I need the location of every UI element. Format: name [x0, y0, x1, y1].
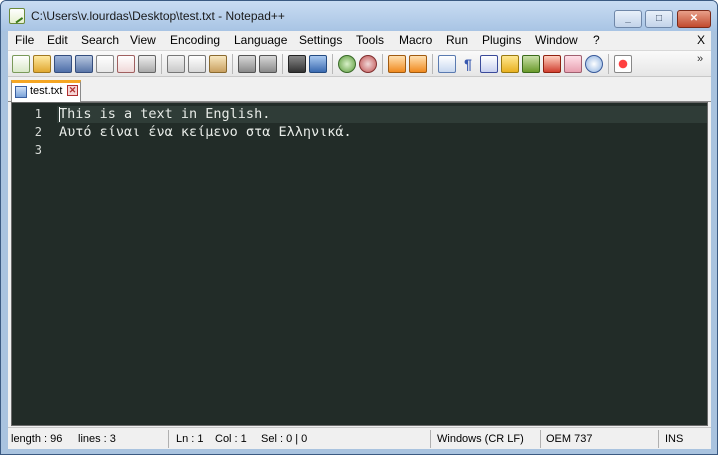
- status-bar: length : 96 lines : 3 Ln : 1 Col : 1 Sel…: [8, 427, 711, 449]
- status-separator: [540, 430, 541, 448]
- menu-encoding[interactable]: Encoding: [170, 33, 220, 47]
- menu-tools[interactable]: Tools: [356, 33, 384, 47]
- status-sel: Sel : 0 | 0: [261, 433, 308, 445]
- function-list-icon[interactable]: [543, 55, 561, 73]
- menu-macro[interactable]: Macro: [399, 33, 432, 47]
- text-caret: [59, 107, 60, 122]
- menu-bar: File Edit Search View Encoding Language …: [8, 31, 711, 49]
- text-content[interactable]: This is a text in English. Αυτό είναι έν…: [57, 103, 707, 425]
- status-ln: Ln : 1: [176, 433, 204, 445]
- menu-view[interactable]: View: [130, 33, 156, 47]
- record-macro-icon[interactable]: [614, 55, 632, 73]
- menu-settings[interactable]: Settings: [299, 33, 342, 47]
- monitoring-icon[interactable]: [585, 55, 603, 73]
- indent-guide-icon[interactable]: [480, 55, 498, 73]
- text-line[interactable]: This is a text in English.: [59, 106, 270, 122]
- status-separator: [168, 430, 169, 448]
- open-file-icon[interactable]: [33, 55, 51, 73]
- find-icon[interactable]: [288, 55, 306, 73]
- toolbar-separator: [332, 54, 333, 74]
- user-lang-icon[interactable]: [501, 55, 519, 73]
- notepadpp-window: C:\Users\v.lourdas\Desktop\test.txt - No…: [0, 0, 718, 455]
- menu-window[interactable]: Window: [535, 33, 578, 47]
- close-icon[interactable]: [96, 55, 114, 73]
- notepadpp-app-icon[interactable]: [9, 8, 25, 24]
- status-separator: [430, 430, 431, 448]
- toolbar-separator: [161, 54, 162, 74]
- editor-area[interactable]: 1 2 3 This is a text in English. Αυτό εί…: [11, 102, 708, 426]
- menu-search[interactable]: Search: [81, 33, 119, 47]
- menu-plugins[interactable]: Plugins: [482, 33, 521, 47]
- status-encoding[interactable]: OEM 737: [546, 433, 592, 445]
- window-title: C:\Users\v.lourdas\Desktop\test.txt - No…: [31, 9, 285, 23]
- client-area: File Edit Search View Encoding Language …: [8, 31, 711, 449]
- tab-label: test.txt: [30, 85, 63, 97]
- status-separator: [658, 430, 659, 448]
- undo-icon[interactable]: [238, 55, 256, 73]
- paste-icon[interactable]: [209, 55, 227, 73]
- maximize-button[interactable]: □: [645, 10, 673, 28]
- toolbar-separator: [232, 54, 233, 74]
- status-eol[interactable]: Windows (CR LF): [437, 433, 524, 445]
- line-number-gutter: 1 2 3: [12, 103, 57, 425]
- saved-file-icon: [15, 86, 27, 98]
- menu-file[interactable]: File: [15, 33, 34, 47]
- show-all-chars-icon[interactable]: ¶: [459, 55, 477, 73]
- close-window-button[interactable]: ✕: [677, 10, 711, 28]
- zoom-in-icon[interactable]: [338, 55, 356, 73]
- tab-test-txt[interactable]: test.txt ✕: [11, 80, 81, 102]
- toolbar-overflow-icon[interactable]: »: [697, 53, 703, 65]
- line-number: 1: [34, 107, 42, 121]
- zoom-out-icon[interactable]: [359, 55, 377, 73]
- menu-language[interactable]: Language: [234, 33, 287, 47]
- text-line[interactable]: Αυτό είναι ένα κείμενο στα Ελληνικά.: [59, 124, 352, 140]
- toolbar-separator: [282, 54, 283, 74]
- tab-bar: test.txt ✕: [8, 78, 711, 102]
- toolbar-separator: [608, 54, 609, 74]
- replace-icon[interactable]: [309, 55, 327, 73]
- new-file-icon[interactable]: [12, 55, 30, 73]
- cut-icon[interactable]: [167, 55, 185, 73]
- copy-icon[interactable]: [188, 55, 206, 73]
- menu-help[interactable]: ?: [593, 33, 600, 47]
- doc-map-icon[interactable]: [522, 55, 540, 73]
- status-lines: lines : 3: [78, 433, 116, 445]
- print-icon[interactable]: [138, 55, 156, 73]
- menu-run[interactable]: Run: [446, 33, 468, 47]
- sync-horizontal-icon[interactable]: [409, 55, 427, 73]
- status-length: length : 96: [11, 433, 63, 445]
- save-icon[interactable]: [54, 55, 72, 73]
- word-wrap-icon[interactable]: [438, 55, 456, 73]
- line-number: 2: [34, 125, 42, 139]
- close-all-icon[interactable]: [117, 55, 135, 73]
- sync-vertical-icon[interactable]: [388, 55, 406, 73]
- toolbar-separator: [432, 54, 433, 74]
- status-insert-mode[interactable]: INS: [665, 433, 683, 445]
- redo-icon[interactable]: [259, 55, 277, 73]
- minimize-button[interactable]: _: [614, 10, 642, 28]
- toolbar: ¶ »: [8, 50, 711, 77]
- toolbar-separator: [382, 54, 383, 74]
- close-document-x[interactable]: X: [697, 33, 705, 47]
- tab-close-icon[interactable]: ✕: [67, 85, 78, 96]
- folder-as-workspace-icon[interactable]: [564, 55, 582, 73]
- title-bar[interactable]: C:\Users\v.lourdas\Desktop\test.txt - No…: [1, 1, 717, 31]
- status-col: Col : 1: [215, 433, 247, 445]
- menu-edit[interactable]: Edit: [47, 33, 68, 47]
- line-number: 3: [34, 143, 42, 157]
- save-all-icon[interactable]: [75, 55, 93, 73]
